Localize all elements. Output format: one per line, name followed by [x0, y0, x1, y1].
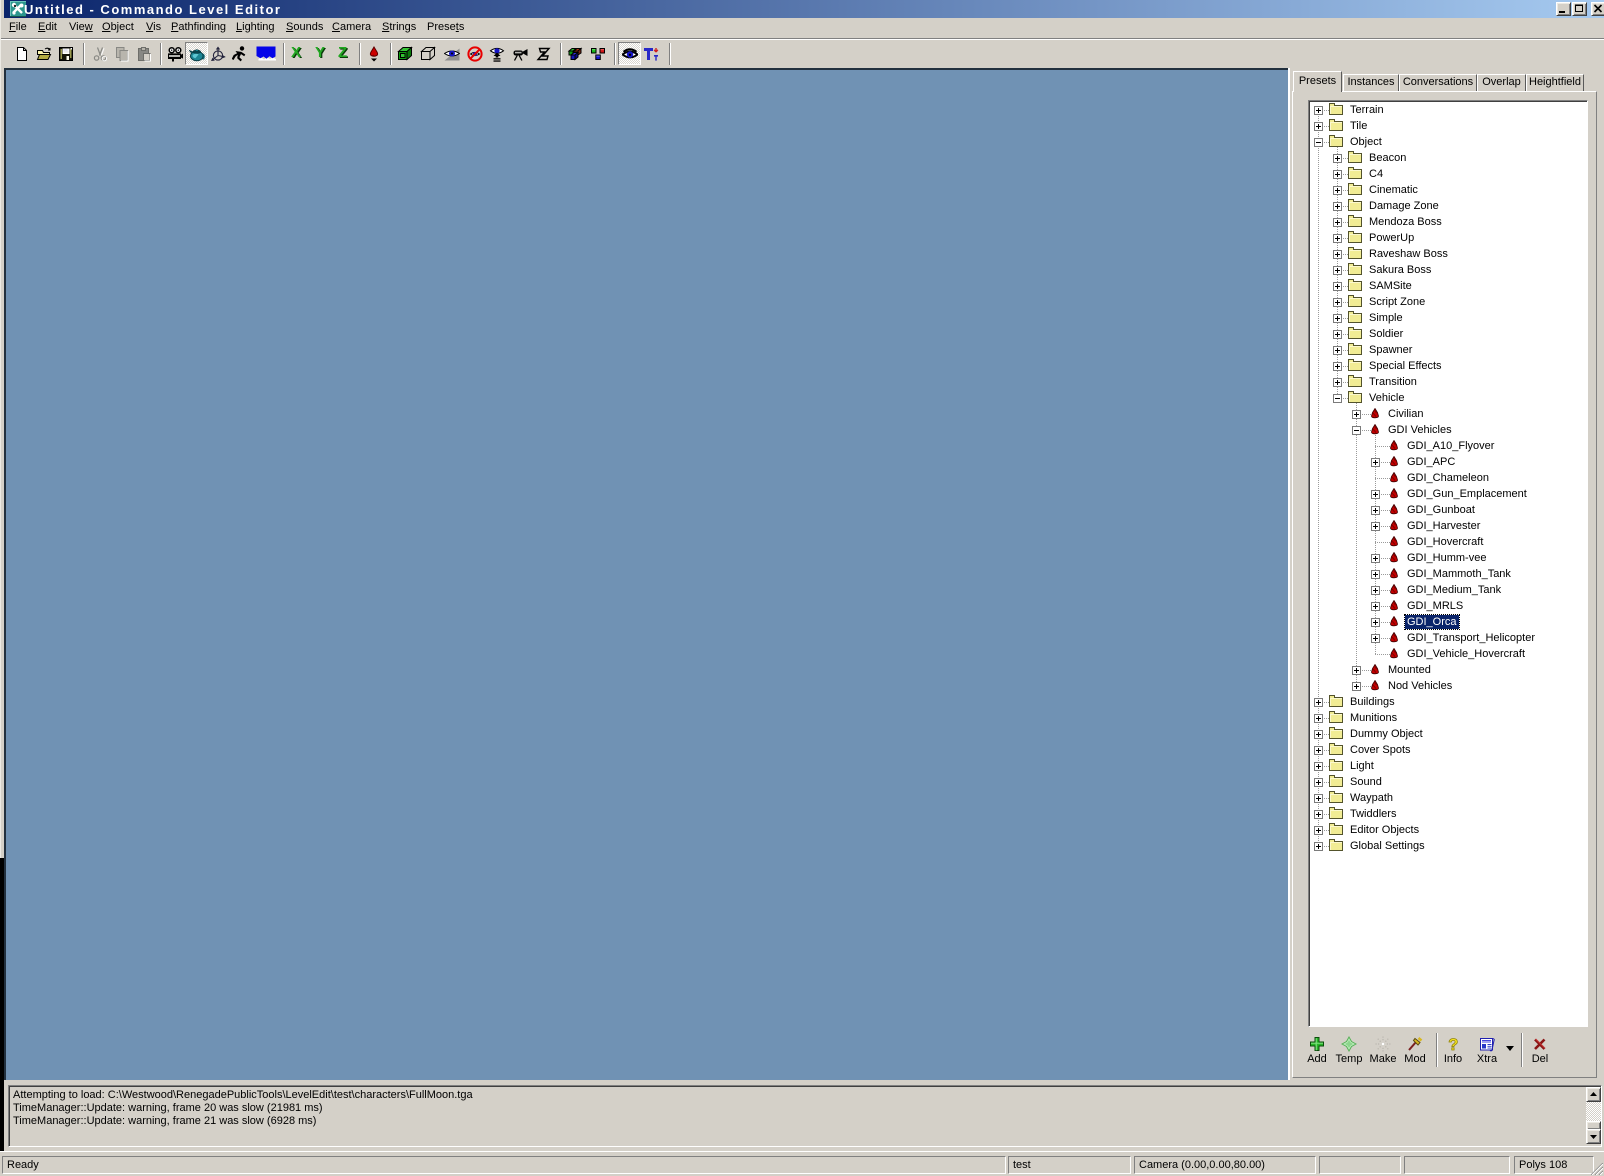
svg-text:?: ?	[1448, 1036, 1458, 1052]
